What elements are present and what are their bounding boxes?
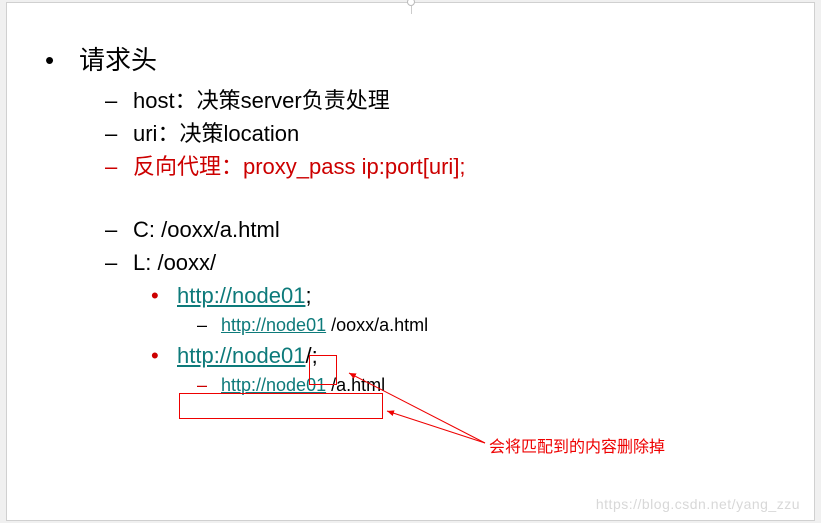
item-sub2: – http://node01 /a.html [197, 372, 785, 399]
bullet-dash-icon: – [105, 84, 133, 117]
heading-row: • 请求头 [45, 41, 785, 80]
bullet-disc-icon: • [45, 41, 79, 80]
bullet-dash-icon: – [197, 372, 221, 399]
bullet-dash-icon: – [105, 246, 133, 279]
item-l: – L: /ooxx/ [105, 246, 785, 279]
item-c-text: C: /ooxx/a.html [133, 213, 280, 246]
item-l-text: L: /ooxx/ [133, 246, 216, 279]
link2-wrap: http://node01/; [177, 339, 318, 372]
link1-suffix: ; [305, 283, 311, 308]
resize-handle[interactable] [407, 0, 415, 6]
item-host-text: host：决策server负责处理 [133, 84, 390, 117]
item-host: – host：决策server负责处理 [105, 84, 785, 117]
slide-content: • 请求头 – host：决策server负责处理 – uri：决策locati… [45, 41, 785, 399]
item-link1: • http://node01; [151, 279, 785, 312]
item-uri: – uri：决策location [105, 117, 785, 150]
sub1-wrap: http://node01 /ooxx/a.html [221, 312, 428, 339]
link1-wrap: http://node01; [177, 279, 312, 312]
heading-text: 请求头 [79, 41, 157, 80]
item-uri-text: uri：决策location [133, 117, 299, 150]
item-link2: • http://node01/; [151, 339, 785, 372]
handle-line [411, 6, 412, 14]
bullet-dash-icon: – [197, 312, 221, 339]
slide-frame: • 请求头 – host：决策server负责处理 – uri：决策locati… [6, 2, 815, 521]
item-proxy: – 反向代理：proxy_pass ip:port[uri]; [105, 150, 785, 183]
sub1-suffix: /ooxx/a.html [326, 315, 428, 335]
bullet-dot-icon: • [151, 279, 177, 312]
item-proxy-text: 反向代理：proxy_pass ip:port[uri]; [133, 150, 466, 183]
bullet-dash-icon: – [105, 150, 133, 183]
watermark: https://blog.csdn.net/yang_zzu [596, 496, 800, 512]
item-sub1: – http://node01 /ooxx/a.html [197, 312, 785, 339]
bullet-dash-icon: – [105, 117, 133, 150]
annotation-text: 会将匹配到的内容删除掉 [489, 433, 665, 457]
spacer [45, 183, 785, 213]
item-c: – C: /ooxx/a.html [105, 213, 785, 246]
bullet-dash-icon: – [105, 213, 133, 246]
link1[interactable]: http://node01 [177, 283, 305, 308]
link2-suffix: /; [305, 343, 317, 368]
sub2-wrap: http://node01 /a.html [221, 372, 385, 399]
sub2-link[interactable]: http://node01 [221, 375, 326, 395]
bullet-dot-icon: • [151, 339, 177, 372]
link2[interactable]: http://node01 [177, 343, 305, 368]
sub2-suffix: /a.html [326, 375, 385, 395]
sub1-link[interactable]: http://node01 [221, 315, 326, 335]
